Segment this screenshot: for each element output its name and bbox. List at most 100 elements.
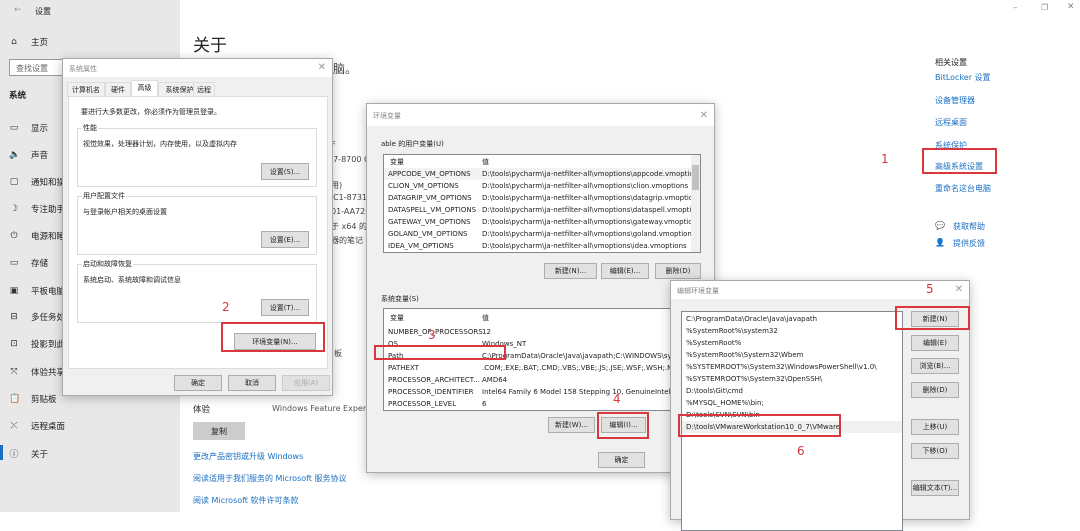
annotation-1: 1 — [881, 152, 889, 166]
system-new-button[interactable]: 新建(W)... — [548, 417, 595, 433]
highlight-vmware-entry — [678, 414, 841, 437]
var-name: DATASPELL_VM_OPTIONS — [388, 206, 477, 214]
var-name: APPCODE_VM_OPTIONS — [388, 170, 471, 178]
tab-2[interactable]: 高级 — [131, 80, 158, 97]
link-license-terms[interactable]: 阅读 Microsoft 软件许可条款 — [193, 495, 299, 506]
table-row[interactable]: PROCESSOR_IDENTIFIER Intel64 Family 6 Mod… — [384, 386, 712, 398]
link-get-help[interactable]: 获取帮助 — [953, 221, 985, 232]
path-entry[interactable]: %SystemRoot%\System32\Wbem — [682, 349, 902, 361]
nav-item-clipboard[interactable]: 📋 剪贴板 — [9, 393, 57, 405]
edit-env-button-1[interactable]: 编辑(E) — [911, 335, 959, 351]
settings-button[interactable]: 设置(S)... — [261, 163, 309, 180]
edit-env-button-4[interactable]: 上移(U) — [911, 419, 959, 435]
edit-env-button-2[interactable]: 浏览(B)... — [911, 358, 959, 374]
nav-item-speaker[interactable]: 🔈 声音 — [9, 149, 48, 161]
edit-env-button-3[interactable]: 删除(D) — [911, 382, 959, 398]
link-feedback[interactable]: 提供反馈 — [953, 238, 985, 249]
nav-label: 存储 — [31, 259, 49, 269]
var-name: IDEA_VM_OPTIONS — [388, 242, 454, 250]
scrollbar[interactable] — [691, 155, 700, 252]
table-row[interactable]: PROCESSOR_LEVEL 6 — [384, 398, 712, 410]
var-name: GATEWAY_VM_OPTIONS — [388, 218, 471, 226]
tab-1[interactable]: 硬件 — [105, 82, 131, 97]
nav-home[interactable]: ⌂ 主页 — [9, 36, 48, 48]
table-row[interactable]: CLION_VM_OPTIONS D:\tools\pycharm\ja-netf… — [384, 180, 700, 192]
admin-note: 要进行大多数更改，你必须作为管理员登录。 — [81, 108, 221, 116]
var-value: D:\tools\pycharm\ja-netfilter-all\vmopti… — [482, 170, 701, 178]
about-text-fragment: 脑。 — [333, 62, 358, 76]
close-icon[interactable]: ✕ — [318, 62, 326, 73]
dialog-title: 系统属性 — [69, 65, 97, 73]
back-arrow-icon[interactable]: ← — [14, 5, 22, 15]
path-entry[interactable]: %SYSTEMROOT%\System32\WindowsPowerShell\… — [682, 361, 902, 373]
path-entry[interactable]: %SystemRoot% — [682, 337, 902, 349]
user-vars-list[interactable]: 变量 值 APPCODE_VM_OPTIONS D:\tools\pycharm\j… — [383, 154, 701, 253]
nav-item-moon[interactable]: ☽ 专注助手 — [9, 203, 65, 215]
nav-label: 体验共享 — [31, 368, 66, 378]
help-icon: 💬 — [935, 221, 945, 230]
group-label: 用户配置文件 — [82, 191, 126, 201]
edit-env-button-6[interactable]: 编辑文本(T)... — [911, 480, 959, 496]
nav-label: 平板电脑 — [31, 287, 66, 297]
env-ok-button[interactable]: 确定 — [598, 452, 645, 468]
project-icon: ⊡ — [10, 339, 18, 349]
clipboard-icon: 📋 — [9, 394, 21, 404]
dialog-title: 编辑环境变量 — [677, 287, 719, 295]
table-row[interactable]: PATHEXT .COM;.EXE;.BAT;.CMD;.VBS;.VBE;.JS… — [384, 362, 712, 374]
link-service-agreement[interactable]: 阅读适用于我们服务的 Microsoft 服务协议 — [193, 473, 347, 484]
path-entry[interactable]: C:\ProgramData\Oracle\Java\javapath — [682, 313, 902, 325]
table-row[interactable]: GATEWAY_VM_OPTIONS D:\tools\pycharm\ja-ne… — [384, 216, 700, 228]
tab-4[interactable]: 远程 — [193, 82, 215, 97]
table-row[interactable]: GOLAND_VM_OPTIONS D:\tools\pycharm\ja-net… — [384, 228, 700, 240]
path-entry[interactable]: %MYSQL_HOME%\bin; — [682, 397, 902, 409]
nav-item-share[interactable]: ⤧ 体验共享 — [9, 366, 65, 378]
entry-text: %SYSTEMROOT%\System32\WindowsPowerShell\… — [686, 363, 877, 371]
settings-button[interactable]: 设置(E)... — [261, 231, 309, 248]
nav-label: 专注助手 — [31, 205, 66, 215]
path-entry[interactable]: %SystemRoot%\system32 — [682, 325, 902, 337]
close-icon[interactable]: ✕ — [700, 110, 708, 121]
highlight-edit-button — [597, 412, 649, 439]
user-new-button[interactable]: 新建(N)... — [544, 263, 597, 279]
nav-item-monitor[interactable]: ▭ 显示 — [9, 122, 48, 134]
related-link[interactable]: 设备管理器 — [935, 95, 975, 106]
path-entry[interactable]: %SYSTEMROOT%\System32\OpenSSH\ — [682, 373, 902, 385]
highlight-new-button — [895, 306, 970, 330]
table-row[interactable]: IDEA_VM_OPTIONS D:\tools\pycharm\ja-netfi… — [384, 240, 700, 252]
nav-item-storage[interactable]: ▭ 存储 — [9, 257, 48, 269]
copy-button[interactable]: 复制 — [193, 422, 245, 440]
close-icon[interactable]: ✕ — [1067, 2, 1075, 12]
power-icon: ⏻ — [10, 231, 18, 241]
tab-0[interactable]: 计算机名 — [67, 82, 105, 97]
nav-item-tablet[interactable]: ▣ 平板电脑 — [9, 285, 65, 297]
info-icon: ⓘ — [9, 450, 19, 460]
ok-button[interactable]: 确定 — [174, 375, 222, 391]
group-box: 启动和故障恢复 系统启动、系统故障和调试信息 设置(T)... — [77, 259, 317, 323]
nav-item-info[interactable]: ⓘ 关于 — [9, 447, 48, 461]
related-title: 相关设置 — [935, 58, 967, 67]
nav-item-remote[interactable]: ⤬ 远程桌面 — [9, 420, 65, 432]
related-link[interactable]: 重命名这台电脑 — [935, 183, 991, 194]
user-vars-label: able 的用户变量(U) — [381, 140, 444, 148]
table-row[interactable]: APPCODE_VM_OPTIONS D:\tools\pycharm\ja-ne… — [384, 168, 700, 180]
remote-icon: ⤬ — [10, 421, 18, 431]
table-row[interactable]: DATASPELL_VM_OPTIONS D:\tools\pycharm\ja-… — [384, 204, 700, 216]
col-variable: 变量 — [390, 158, 404, 166]
var-value: D:\tools\pycharm\ja-netfilter-all\vmopti… — [482, 194, 700, 202]
table-row[interactable]: PROCESSOR_ARCHITECT... AMD64 — [384, 374, 712, 386]
minimize-icon[interactable]: – — [1013, 3, 1018, 13]
var-name: PROCESSOR_ARCHITECT... — [388, 376, 480, 384]
maximize-icon[interactable]: ❐ — [1041, 3, 1048, 12]
path-entry[interactable]: D:\tools\Git\cmd — [682, 385, 902, 397]
close-icon[interactable]: ✕ — [955, 284, 963, 295]
related-link[interactable]: 远程桌面 — [935, 117, 967, 128]
table-row[interactable]: DATAGRIP_VM_OPTIONS D:\tools\pycharm\ja-n… — [384, 192, 700, 204]
cancel-button[interactable]: 取消 — [228, 375, 276, 391]
settings-button[interactable]: 设置(T)... — [261, 299, 309, 316]
var-value: 12 — [482, 328, 491, 336]
related-link[interactable]: BitLocker 设置 — [935, 72, 991, 83]
link-upgrade[interactable]: 更改产品密钥或升级 Windows — [193, 451, 303, 462]
user-edit-button[interactable]: 编辑(E)... — [601, 263, 649, 279]
user-delete-button[interactable]: 删除(D) — [655, 263, 701, 279]
edit-env-button-5[interactable]: 下移(O) — [911, 443, 959, 459]
